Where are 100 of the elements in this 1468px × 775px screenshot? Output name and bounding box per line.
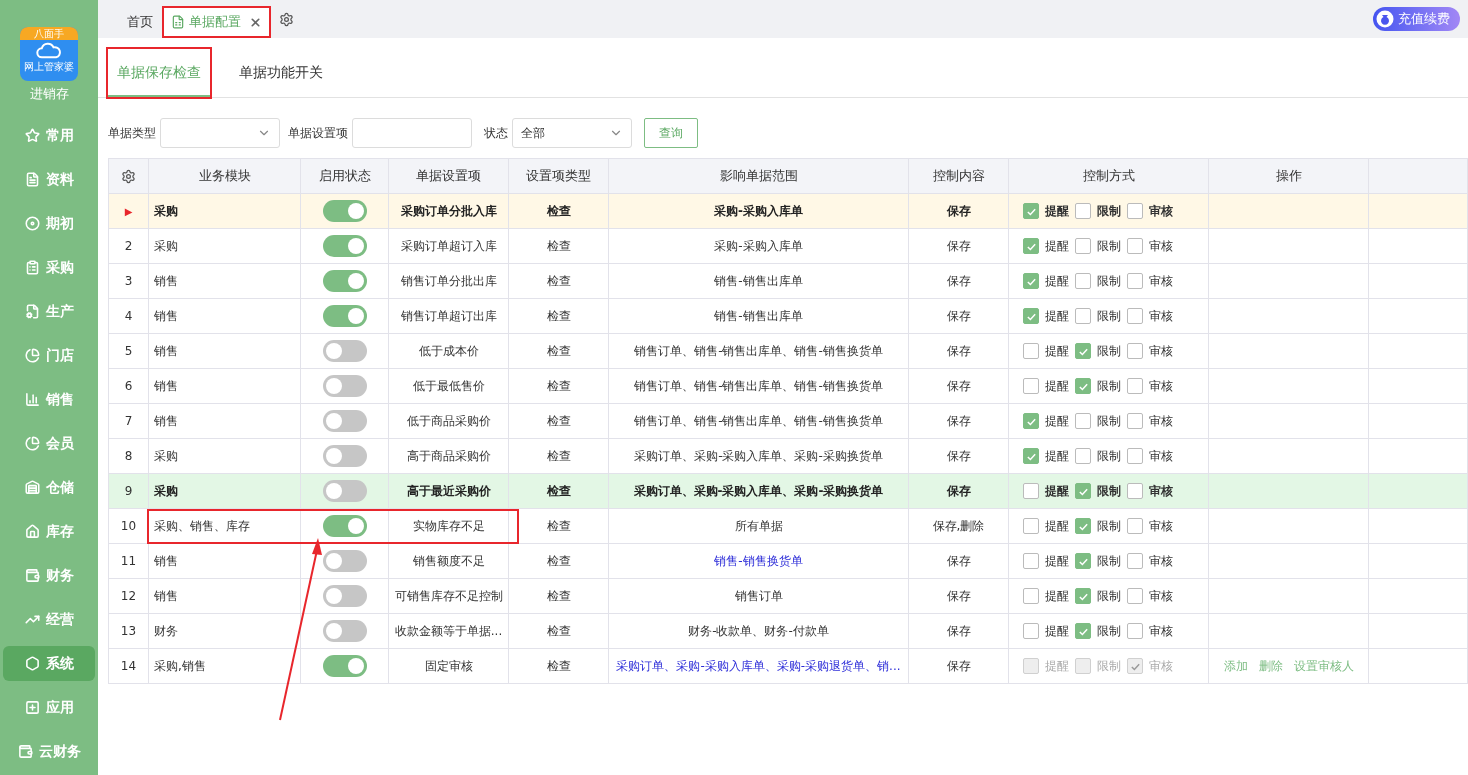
checkbox[interactable] <box>1023 413 1039 429</box>
sidebar-item[interactable]: 系统 <box>3 645 95 681</box>
table-row[interactable]: 3 销售 销售订单分批出库 检查 销售-销售出库单 保存 提醒 限制 审核 <box>109 264 1468 299</box>
toggle-switch[interactable] <box>322 480 367 502</box>
checkbox[interactable] <box>1075 413 1091 429</box>
checkbox[interactable] <box>1075 588 1091 604</box>
checkbox[interactable] <box>1075 518 1091 534</box>
checkbox[interactable] <box>1023 203 1039 219</box>
checkbox[interactable] <box>1023 343 1039 359</box>
toggle-switch[interactable] <box>322 340 367 362</box>
sidebar-item[interactable]: 常用 <box>3 117 95 153</box>
toggle-switch[interactable] <box>322 305 367 327</box>
toggle-switch[interactable] <box>322 550 367 572</box>
checkbox[interactable] <box>1075 623 1091 639</box>
checkbox[interactable] <box>1127 308 1143 324</box>
table-row[interactable]: 10 采购、销售、库存 实物库存不足 检查 所有单据 保存,删除 提醒 限制 审核 <box>109 509 1468 544</box>
checkbox[interactable] <box>1075 203 1091 219</box>
sidebar-item[interactable]: 应用 <box>3 689 95 725</box>
checkbox[interactable] <box>1075 483 1091 499</box>
sidebar-item[interactable]: 财务 <box>3 557 95 593</box>
sidebar-item[interactable]: 生产 <box>3 293 95 329</box>
query-button[interactable]: 查询 <box>644 118 698 148</box>
checkbox[interactable] <box>1127 273 1143 289</box>
toggle-switch[interactable] <box>322 445 367 467</box>
status-select[interactable]: 全部 <box>512 118 632 148</box>
sidebar-item[interactable]: 库存 <box>3 513 95 549</box>
action-link[interactable]: 设置审核人 <box>1294 657 1354 675</box>
checkbox[interactable] <box>1023 273 1039 289</box>
sidebar-item[interactable]: 会员 <box>3 425 95 461</box>
table-row[interactable]: 2 采购 采购订单超订入库 检查 采购-采购入库单 保存 提醒 限制 审核 <box>109 229 1468 264</box>
toggle-switch[interactable] <box>322 620 367 642</box>
checkbox[interactable] <box>1023 308 1039 324</box>
checkbox[interactable] <box>1127 553 1143 569</box>
checkbox[interactable] <box>1023 518 1039 534</box>
checkbox-label: 审核 <box>1149 553 1173 570</box>
table-row[interactable]: 13 财务 收款金额等于单据... 检查 财务-收款单、财务-付款单 保存 提醒 限制 审核 <box>109 614 1468 649</box>
checkbox[interactable] <box>1075 343 1091 359</box>
checkbox[interactable] <box>1075 273 1091 289</box>
table-cell-text: 检查 <box>546 553 571 570</box>
checkbox[interactable] <box>1023 238 1039 254</box>
document-tab[interactable]: 单据配置 <box>162 6 271 38</box>
checkbox[interactable] <box>1127 483 1143 499</box>
scope-link[interactable]: 采购订单、采购-采购入库单、采购-采购退货单、销... <box>616 657 901 675</box>
checkbox[interactable] <box>1023 553 1039 569</box>
checkbox[interactable] <box>1127 588 1143 604</box>
toggle-switch[interactable] <box>322 655 367 677</box>
checkbox[interactable] <box>1127 378 1143 394</box>
checkbox[interactable] <box>1075 553 1091 569</box>
checkbox[interactable] <box>1075 378 1091 394</box>
checkbox[interactable] <box>1023 483 1039 499</box>
file-gear-icon <box>24 303 40 319</box>
toggle-switch[interactable] <box>322 375 367 397</box>
sidebar-item[interactable]: 仓储 <box>3 469 95 505</box>
table-row[interactable]: 8 采购 高于商品采购价 检查 采购订单、采购-采购入库单、采购-采购换货单 保存 提醒 限制 审核 <box>109 439 1468 474</box>
toggle-switch[interactable] <box>322 585 367 607</box>
checkbox[interactable] <box>1075 308 1091 324</box>
table-row[interactable]: 5 销售 低于成本价 检查 销售订单、销售-销售出库单、销售-销售换货单 保存 提醒 限制 审核 <box>109 334 1468 369</box>
table-row[interactable]: 4 销售 销售订单超订出库 检查 销售-销售出库单 保存 提醒 限制 审核 <box>109 299 1468 334</box>
renew-button[interactable]: 充值续费 <box>1373 7 1460 31</box>
sidebar-item[interactable]: 资料 <box>3 161 95 197</box>
table-row[interactable]: ▶ 采购 采购订单分批入库 检查 采购-采购入库单 保存 提醒 限制 审核 <box>109 194 1468 229</box>
checkbox[interactable] <box>1127 623 1143 639</box>
sidebar-item[interactable]: 期初 <box>3 205 95 241</box>
action-link[interactable]: 添加 <box>1224 657 1248 675</box>
toggle-switch[interactable] <box>322 515 367 537</box>
checkbox[interactable] <box>1127 518 1143 534</box>
checkbox[interactable] <box>1075 238 1091 254</box>
toggle-switch[interactable] <box>322 270 367 292</box>
checkbox[interactable] <box>1023 623 1039 639</box>
checkbox[interactable] <box>1127 238 1143 254</box>
checkbox[interactable] <box>1127 343 1143 359</box>
sidebar-item[interactable]: 采购 <box>3 249 95 285</box>
table-row[interactable]: 9 采购 高于最近采购价 检查 采购订单、采购-采购入库单、采购-采购换货单 保存 提醒 限制 审核 <box>109 474 1468 509</box>
toggle-switch[interactable] <box>322 200 367 222</box>
table-row[interactable]: 7 销售 低于商品采购价 检查 销售订单、销售-销售出库单、销售-销售换货单 保存 提醒 限制 审核 <box>109 404 1468 439</box>
sidebar-item[interactable]: 销售 <box>3 381 95 417</box>
sub-tab[interactable]: 单据功能开关 <box>230 49 332 97</box>
checkbox[interactable] <box>1127 413 1143 429</box>
settings-icon[interactable] <box>279 11 294 27</box>
sidebar-item[interactable]: 云财务 <box>3 733 95 769</box>
toggle-switch[interactable] <box>322 235 367 257</box>
scope-link[interactable]: 销售-销售换货单 <box>714 552 803 570</box>
toggle-switch[interactable] <box>322 410 367 432</box>
checkbox[interactable] <box>1023 378 1039 394</box>
checkbox[interactable] <box>1127 203 1143 219</box>
table-row[interactable]: 12 销售 可销售库存不足控制 检查 销售订单 保存 提醒 限制 审核 <box>109 579 1468 614</box>
sidebar-item[interactable]: 经营 <box>3 601 95 637</box>
sub-tab[interactable]: 单据保存检查 <box>108 49 210 97</box>
document-tab[interactable]: 首页 <box>118 6 162 38</box>
checkbox[interactable] <box>1127 448 1143 464</box>
checkbox[interactable] <box>1023 448 1039 464</box>
doc-type-select[interactable] <box>160 118 280 148</box>
sidebar-item[interactable]: 门店 <box>3 337 95 373</box>
checkbox[interactable] <box>1075 448 1091 464</box>
checkbox[interactable] <box>1023 588 1039 604</box>
setting-input[interactable] <box>352 118 472 148</box>
settings-icon[interactable] <box>121 168 136 184</box>
table-row[interactable]: 11 销售 销售额度不足 检查 销售-销售换货单 保存 提醒 限制 审核 <box>109 544 1468 579</box>
action-link[interactable]: 删除 <box>1259 657 1283 675</box>
table-row[interactable]: 6 销售 低于最低售价 检查 销售订单、销售-销售出库单、销售-销售换货单 保存 提醒 限制 审核 <box>109 369 1468 404</box>
